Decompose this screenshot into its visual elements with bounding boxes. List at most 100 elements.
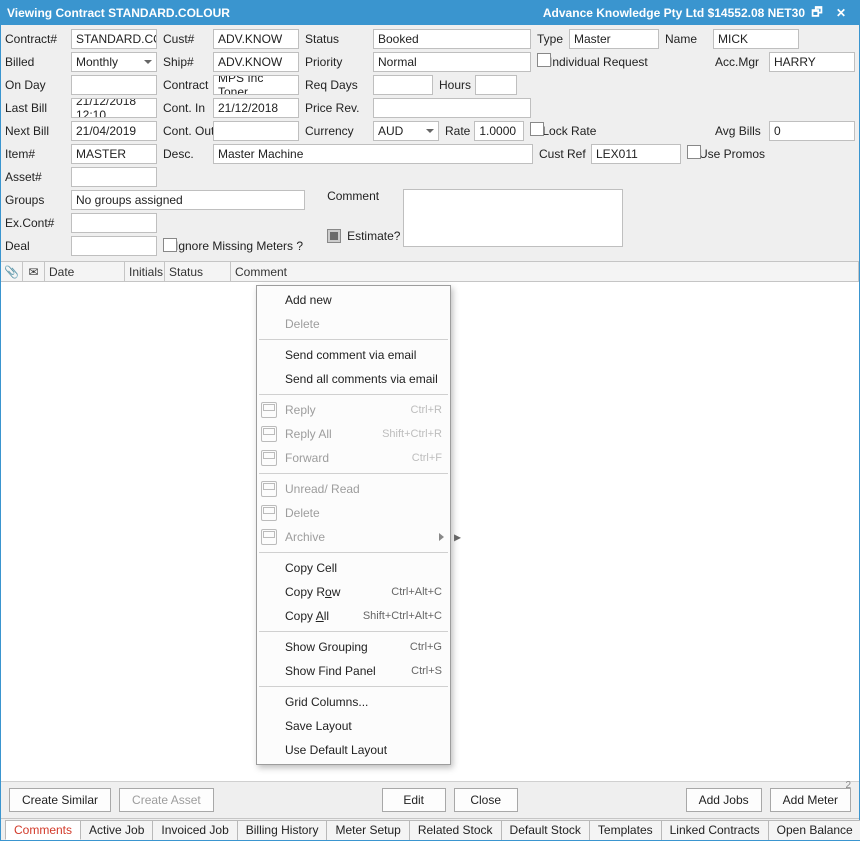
mail-icon [261,450,277,466]
mail-icon [261,529,277,545]
asset-number-field[interactable] [71,167,157,187]
menu-reply-all: Reply AllShift+Ctrl+R [257,422,450,446]
name-label: Name [659,32,713,46]
menu-delete-2: Delete [257,501,450,525]
mail-column-icon[interactable]: ✉ [23,262,45,281]
lock-rate-label: Lock Rate [542,124,600,138]
priority-field[interactable]: Normal [373,52,531,72]
groups-field[interactable]: No groups assigned [71,190,305,210]
contract-field[interactable]: MPS Inc Toner [213,75,299,95]
menu-copy-cell[interactable]: Copy Cell [257,556,450,580]
use-promos-label: Use Promos [699,147,769,161]
currency-select[interactable]: AUD [373,121,439,141]
edit-button[interactable]: Edit [382,788,446,812]
menu-save-layout[interactable]: Save Layout [257,714,450,738]
menu-copy-all[interactable]: Copy AllShift+Ctrl+Alt+C [257,604,450,628]
cust-ref-label: Cust Ref [533,147,591,161]
mail-icon [261,402,277,418]
close-icon[interactable]: ✕ [829,6,853,20]
req-days-label: Req Days [299,78,373,92]
contract-window: Viewing Contract STANDARD.COLOUR Advance… [0,0,860,841]
cont-in-field[interactable]: 21/12/2018 [213,98,299,118]
menu-send-all-comments-email[interactable]: Send all comments via email [257,367,450,391]
deal-label: Deal [5,239,71,253]
menu-unread-read: Unread/ Read [257,477,450,501]
desc-field[interactable]: Master Machine [213,144,533,164]
acc-mgr-field[interactable]: HARRY [769,52,855,72]
billed-label: Billed [5,55,71,69]
on-day-field[interactable] [71,75,157,95]
restore-icon[interactable]: 🗗 [805,3,829,24]
add-meter-button[interactable]: Add Meter [770,788,851,812]
menu-show-find-panel[interactable]: Show Find PanelCtrl+S [257,659,450,683]
create-asset-button: Create Asset [119,788,214,812]
tab-templates[interactable]: Templates [589,820,662,840]
menu-send-comment-email[interactable]: Send comment via email [257,343,450,367]
price-rev-field[interactable] [373,98,531,118]
cont-out-label: Cont. Out [157,124,213,138]
tab-active-job[interactable]: Active Job [80,820,153,840]
contract-label: Contract [157,78,213,92]
ignore-missing-meters-checkbox[interactable] [163,238,177,252]
titlebar-subtitle: Advance Knowledge Pty Ltd $14552.08 NET3… [543,6,805,20]
tab-invoiced-job[interactable]: Invoiced Job [152,820,237,840]
billed-select[interactable]: Monthly [71,52,157,72]
acc-mgr-label: Acc.Mgr [715,55,769,69]
next-bill-field[interactable]: 21/04/2019 [71,121,157,141]
status-column[interactable]: Status [165,262,231,281]
mail-icon [261,481,277,497]
ex-cont-field[interactable] [71,213,157,233]
tab-meter-setup[interactable]: Meter Setup [326,820,409,840]
cont-in-label: Cont. In [157,101,213,115]
bottom-tabs: Comments Active Job Invoiced Job Billing… [1,818,859,840]
tab-billing-history[interactable]: Billing History [237,820,328,840]
deal-field[interactable] [71,236,157,256]
initials-column[interactable]: Initials [125,262,165,281]
rate-label: Rate [439,124,474,138]
button-row: 2 Create Similar Create Asset Edit Close… [1,781,859,818]
individual-request-checkbox[interactable] [537,53,551,67]
asset-number-label: Asset# [5,170,71,184]
tab-default-stock[interactable]: Default Stock [501,820,590,840]
lock-rate-checkbox[interactable] [530,122,544,136]
desc-label: Desc. [157,147,213,161]
tab-open-balance[interactable]: Open Balance [768,820,860,840]
mail-icon [261,505,277,521]
attachment-column-icon[interactable]: 📎 [1,262,23,281]
use-promos-checkbox[interactable] [687,145,701,159]
grid-header: 📎 ✉ Date Initials Status Comment [1,262,859,282]
type-label: Type [531,32,569,46]
type-field[interactable]: Master [569,29,659,49]
close-button[interactable]: Close [454,788,518,812]
tab-comments[interactable]: Comments [5,820,81,840]
rate-field[interactable]: 1.0000 [474,121,524,141]
cust-ref-field[interactable]: LEX011 [591,144,681,164]
status-field[interactable]: Booked [373,29,531,49]
estimate-checkbox[interactable] [327,229,341,243]
ship-number-field[interactable]: ADV.KNOW [213,52,299,72]
contract-number-field[interactable]: STANDARD.COLOUR [71,29,157,49]
item-number-field[interactable]: MASTER [71,144,157,164]
menu-use-default-layout[interactable]: Use Default Layout [257,738,450,762]
cont-out-field[interactable] [213,121,299,141]
create-similar-button[interactable]: Create Similar [9,788,111,812]
menu-copy-row[interactable]: Copy RowCtrl+Alt+C [257,580,450,604]
hours-field[interactable] [475,75,517,95]
comment-column[interactable]: Comment [231,262,859,281]
hours-label: Hours [433,78,475,92]
date-column[interactable]: Date [45,262,125,281]
comment-label: Comment [327,189,397,203]
name-field[interactable]: MICK [713,29,799,49]
titlebar-title: Viewing Contract STANDARD.COLOUR [7,6,543,20]
req-days-field[interactable] [373,75,433,95]
last-bill-field[interactable]: 21/12/2018 12:10 [71,98,157,118]
tab-linked-contracts[interactable]: Linked Contracts [661,820,769,840]
cust-number-field[interactable]: ADV.KNOW [213,29,299,49]
menu-show-grouping[interactable]: Show GroupingCtrl+G [257,635,450,659]
menu-grid-columns[interactable]: Grid Columns... [257,690,450,714]
menu-add-new[interactable]: Add new [257,288,450,312]
tab-related-stock[interactable]: Related Stock [409,820,502,840]
avg-bills-field[interactable]: 0 [769,121,855,141]
grid-body[interactable]: Add new Delete Send comment via email Se… [1,282,859,781]
add-jobs-button[interactable]: Add Jobs [686,788,762,812]
